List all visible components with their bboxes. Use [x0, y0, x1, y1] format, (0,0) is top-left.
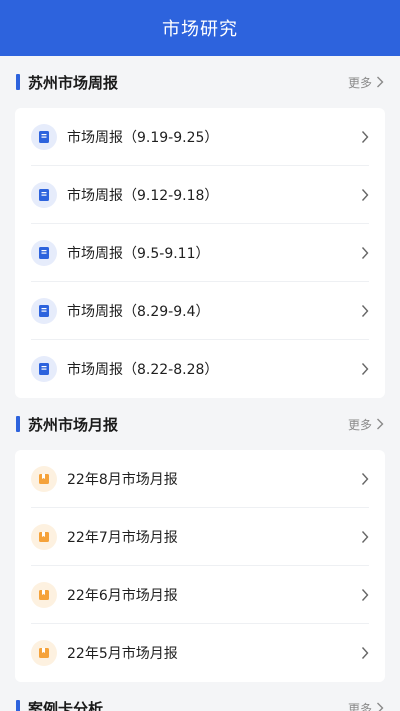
- list-item-weekly[interactable]: 市场周报（9.5-9.11）: [31, 224, 369, 282]
- section-accent-bar: [16, 700, 20, 711]
- chevron-right-icon: [361, 188, 369, 202]
- list-item-weekly[interactable]: 市场周报（9.19-9.25）: [31, 108, 369, 166]
- notebook-icon: [31, 181, 57, 208]
- more-label: 更多: [347, 75, 372, 90]
- bookmark-book-icon: [31, 581, 57, 608]
- notebook-icon: [31, 297, 57, 324]
- notebook-icon: [31, 123, 57, 150]
- section-header-weekly: 苏州市场周报 更多: [0, 56, 400, 108]
- list-item-monthly[interactable]: 22年6月市场月报: [31, 566, 369, 624]
- list-item-label: 市场周报（8.29-9.4）: [67, 303, 210, 320]
- more-label: 更多: [347, 417, 372, 432]
- bookmark-book-icon: [31, 640, 57, 666]
- bookmark-book-icon: [31, 465, 57, 492]
- bookmark-book-icon: [31, 523, 57, 550]
- more-link-weekly[interactable]: 更多: [348, 74, 384, 91]
- section-title-weekly: 苏州市场周报: [28, 73, 119, 92]
- chevron-right-icon: [361, 304, 369, 318]
- list-item-label: 22年6月市场月报: [67, 587, 178, 604]
- list-item-label: 22年5月市场月报: [67, 646, 178, 662]
- section-header-cases: 案例卡分析 更多: [0, 682, 400, 711]
- chevron-right-icon: [361, 588, 369, 602]
- chevron-right-icon: [361, 362, 369, 376]
- list-item-label: 22年8月市场月报: [67, 471, 178, 488]
- chevron-right-icon: [377, 702, 384, 711]
- app-header: 市场研究: [0, 0, 400, 56]
- monthly-report-list: 22年8月市场月报 22年7月市场月报 22年6月市场月报 22年5月市场月报: [15, 450, 385, 682]
- list-item-label: 市场周报（9.5-9.11）: [67, 245, 210, 262]
- chevron-right-icon: [361, 530, 369, 544]
- section-title-cases: 案例卡分析: [28, 699, 104, 711]
- list-item-weekly[interactable]: 市场周报（8.22-8.28）: [31, 340, 369, 398]
- list-item-weekly[interactable]: 市场周报（8.29-9.4）: [31, 282, 369, 340]
- more-link-monthly[interactable]: 更多: [348, 416, 384, 433]
- chevron-right-icon: [377, 76, 384, 88]
- more-label: 更多: [347, 701, 372, 711]
- more-link-cases[interactable]: 更多: [348, 700, 384, 711]
- list-item-label: 市场周报（8.22-8.28）: [67, 362, 219, 378]
- notebook-icon: [31, 239, 57, 266]
- section-accent-bar: [16, 416, 20, 432]
- weekly-report-list: 市场周报（9.19-9.25） 市场周报（9.12-9.18） 市场周报（9.5…: [15, 108, 385, 398]
- list-item-label: 22年7月市场月报: [67, 529, 178, 546]
- chevron-right-icon: [361, 130, 369, 144]
- notebook-icon: [31, 356, 57, 382]
- chevron-right-icon: [361, 646, 369, 660]
- section-header-monthly: 苏州市场月报 更多: [0, 398, 400, 450]
- chevron-right-icon: [361, 472, 369, 486]
- chevron-right-icon: [377, 418, 384, 430]
- section-title-monthly: 苏州市场月报: [28, 415, 119, 434]
- list-item-monthly[interactable]: 22年8月市场月报: [31, 450, 369, 508]
- list-item-weekly[interactable]: 市场周报（9.12-9.18）: [31, 166, 369, 224]
- list-item-label: 市场周报（9.19-9.25）: [67, 129, 219, 146]
- section-accent-bar: [16, 74, 20, 90]
- list-item-monthly[interactable]: 22年5月市场月报: [31, 624, 369, 682]
- chevron-right-icon: [361, 246, 369, 260]
- list-item-monthly[interactable]: 22年7月市场月报: [31, 508, 369, 566]
- list-item-label: 市场周报（9.12-9.18）: [67, 187, 219, 204]
- page-title: 市场研究: [162, 19, 238, 40]
